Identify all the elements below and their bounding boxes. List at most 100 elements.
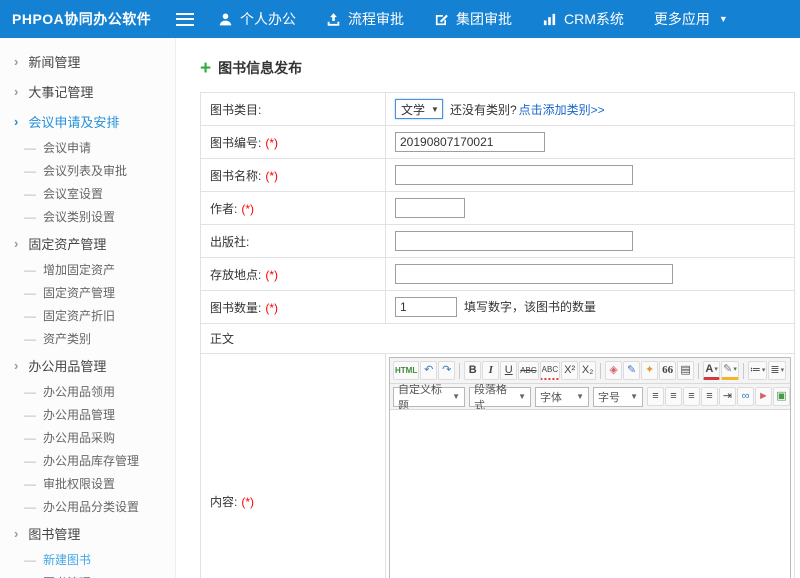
- chevron-right-icon: ›: [14, 359, 18, 372]
- menu-toggle-icon[interactable]: [176, 13, 194, 26]
- dash-icon: —: [24, 385, 36, 399]
- dash-icon: —: [24, 477, 36, 491]
- form-rows: 图书类目:文学▼还没有类别?点击添加类别>>图书编号:(*)图书名称:(*)作者…: [201, 93, 795, 324]
- required-mark: (*): [265, 136, 278, 150]
- sidebar-item[interactable]: —会议室设置: [0, 182, 175, 205]
- sidebar-item[interactable]: —办公用品分类设置: [0, 495, 175, 518]
- font-size-select[interactable]: 字号 ▼: [593, 387, 643, 407]
- editor-cell: HTML↶↷BIUABCABCX²X₂◈✎✦66▤A▾✎▾≔▾≣▾ 自定义标题▼…: [386, 354, 795, 578]
- sidebar-group[interactable]: ›固定资产管理: [0, 228, 175, 258]
- nav-personal-office[interactable]: 个人办公: [218, 9, 296, 29]
- blockquote-button[interactable]: 66: [659, 361, 676, 380]
- chart-icon: [542, 12, 557, 27]
- media-button[interactable]: ►: [755, 387, 772, 406]
- highlight-color-button[interactable]: ✎▾: [721, 361, 739, 380]
- book-name-input[interactable]: [395, 165, 633, 185]
- spellcheck-button[interactable]: ABC: [540, 361, 560, 380]
- eraser-button[interactable]: ◈: [605, 361, 622, 380]
- indent-button[interactable]: ⇥: [719, 387, 736, 406]
- select-label: 字号: [598, 389, 620, 405]
- toolbar-separator: [600, 363, 601, 379]
- sidebar-group-label: 图书管理: [28, 524, 80, 543]
- sidebar-item[interactable]: —固定资产折旧: [0, 304, 175, 327]
- sidebar-group[interactable]: › 图书管理: [0, 518, 175, 548]
- sidebar-item-label: 会议室设置: [43, 185, 103, 202]
- add-category-link[interactable]: 点击添加类别>>: [519, 103, 605, 117]
- align-center-button[interactable]: ≡: [665, 387, 682, 406]
- superscript-button[interactable]: X²: [561, 361, 578, 380]
- align-left-button[interactable]: ≡: [647, 387, 664, 406]
- nav-group-approval[interactable]: 集团审批: [434, 9, 512, 29]
- sidebar-group-label: 大事记管理: [28, 82, 93, 101]
- publisher-input[interactable]: [395, 231, 633, 251]
- sidebar-group[interactable]: ›办公用品管理: [0, 350, 175, 380]
- link-button[interactable]: ∞: [737, 387, 754, 406]
- align-justify-button[interactable]: ≡: [701, 387, 718, 406]
- select-label: 段落格式: [474, 384, 514, 410]
- chevron-down-icon: ▾: [733, 366, 737, 373]
- add-icon: +: [200, 59, 211, 78]
- html-source-button[interactable]: HTML: [393, 361, 419, 380]
- align-right-button[interactable]: ≡: [683, 387, 700, 406]
- undo-button[interactable]: ↶: [420, 361, 437, 380]
- bold-button[interactable]: B: [464, 361, 481, 380]
- sidebar-item-label: 办公用品分类设置: [43, 498, 139, 515]
- sidebar-item[interactable]: —会议列表及审批: [0, 159, 175, 182]
- nav-crm-system[interactable]: CRM系统: [542, 9, 624, 29]
- sidebar-group-label: 新闻管理: [28, 52, 80, 71]
- sidebar-group[interactable]: ›会议申请及安排: [0, 106, 175, 136]
- image-button[interactable]: ▣: [773, 387, 790, 406]
- chevron-right-icon: ›: [14, 527, 18, 540]
- paragraph-select[interactable]: 段落格式▼: [469, 387, 531, 407]
- clean-format-button[interactable]: ✦: [641, 361, 658, 380]
- book-number-input[interactable]: [395, 132, 545, 152]
- nav-more-apps[interactable]: 更多应用▼: [654, 9, 728, 29]
- editor-content[interactable]: [390, 410, 790, 578]
- paste-text-button[interactable]: ▤: [677, 361, 694, 380]
- storage-location-input[interactable]: [395, 264, 673, 284]
- sidebar-item[interactable]: —资产类别: [0, 327, 175, 350]
- redo-button[interactable]: ↷: [438, 361, 455, 380]
- sidebar-item[interactable]: —增加固定资产: [0, 258, 175, 281]
- bullet-list-button[interactable]: ≔▾: [748, 361, 768, 380]
- field-cell: [386, 225, 795, 258]
- chevron-down-icon: ▼: [630, 392, 638, 401]
- sidebar-item[interactable]: —审批权限设置: [0, 472, 175, 495]
- underline-button[interactable]: U: [500, 361, 517, 380]
- format-painter-button[interactable]: ✎: [623, 361, 640, 380]
- sidebar-group[interactable]: ›大事记管理: [0, 76, 175, 106]
- dash-icon: —: [24, 210, 36, 224]
- sidebar-item[interactable]: —办公用品领用: [0, 380, 175, 403]
- dash-icon: —: [24, 454, 36, 468]
- sidebar-item[interactable]: —办公用品采购: [0, 426, 175, 449]
- category-select-value: 文学: [401, 101, 425, 118]
- sidebar-item-label: 会议列表及审批: [43, 162, 127, 179]
- italic-button[interactable]: I: [482, 361, 499, 380]
- category-select[interactable]: 文学▼: [395, 99, 443, 119]
- sidebar-item[interactable]: —图书管理: [0, 571, 175, 578]
- sidebar-item[interactable]: —会议类别设置: [0, 205, 175, 228]
- sidebar-item[interactable]: —办公用品管理: [0, 403, 175, 426]
- heading-select[interactable]: 自定义标题▼: [393, 387, 465, 407]
- sidebar-item[interactable]: —会议申请: [0, 136, 175, 159]
- book-quantity-input[interactable]: [395, 297, 457, 317]
- author-input[interactable]: [395, 198, 465, 218]
- subscript-button[interactable]: X₂: [579, 361, 596, 380]
- font-family-select[interactable]: 字体▼: [535, 387, 589, 407]
- field-cell: [386, 192, 795, 225]
- sidebar-item[interactable]: —办公用品库存管理: [0, 449, 175, 472]
- sidebar-item[interactable]: —固定资产管理: [0, 281, 175, 304]
- strikethrough-button[interactable]: ABC: [518, 361, 538, 380]
- main-layout: ›新闻管理›大事记管理›会议申请及安排—会议申请—会议列表及审批—会议室设置—会…: [0, 38, 800, 578]
- book-form: 图书类目:文学▼还没有类别?点击添加类别>>图书编号:(*)图书名称:(*)作者…: [200, 92, 795, 578]
- sidebar-group[interactable]: ›新闻管理: [0, 46, 175, 76]
- sidebar-group-label: 会议申请及安排: [28, 112, 119, 131]
- font-color-button[interactable]: A▾: [703, 361, 720, 380]
- sidebar-item-label: 增加固定资产: [43, 261, 115, 278]
- nav-label: 个人办公: [240, 9, 296, 29]
- nav-process-approval[interactable]: 流程审批: [326, 9, 404, 29]
- numbered-list-button[interactable]: ≣▾: [768, 361, 786, 380]
- sidebar-item[interactable]: —新建图书: [0, 548, 175, 571]
- section-header: 正文: [201, 324, 795, 354]
- form-row: 图书类目:文学▼还没有类别?点击添加类别>>: [201, 93, 795, 126]
